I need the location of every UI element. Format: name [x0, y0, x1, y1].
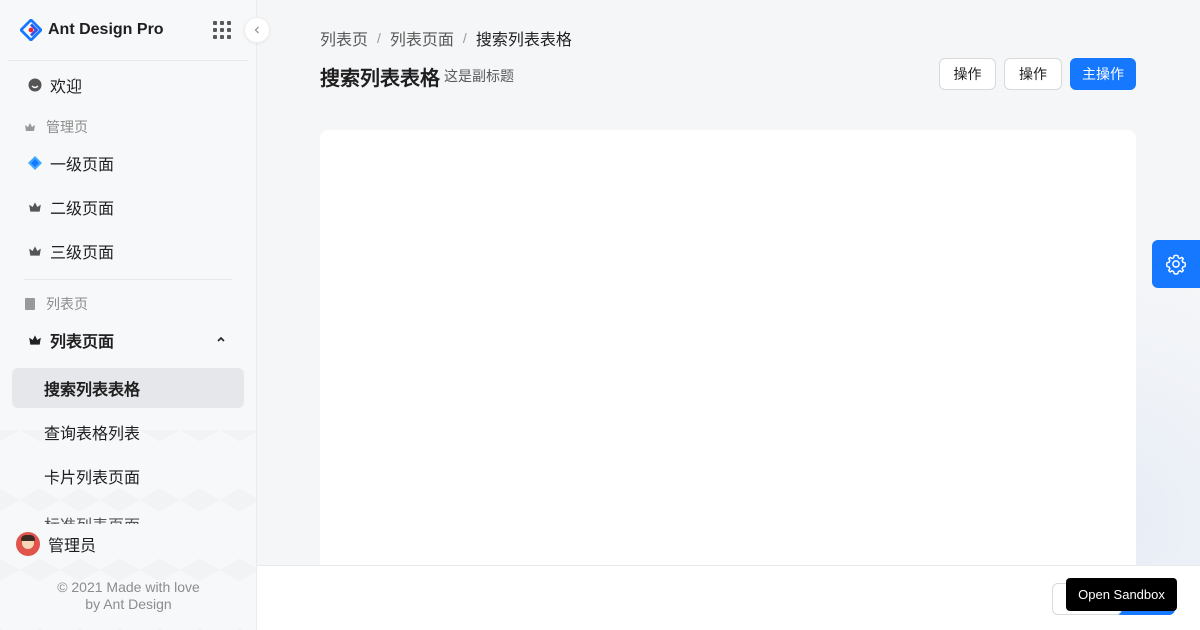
sidebar: Ant Design Pro 欢迎 管理页 一级页面 二级页面 三级页面 列表页… [0, 0, 257, 630]
sidebar-item-label: 三级页面 [50, 245, 115, 262]
crown-icon [24, 121, 36, 133]
user-profile[interactable]: 管理员 [16, 532, 246, 556]
collapse-sidebar-button[interactable] [244, 17, 270, 43]
sidebar-subitem-label: 查询表格列表 [44, 426, 141, 443]
app-logo[interactable]: Ant Design Pro [20, 18, 164, 42]
page-subtitle: 这是副标题 [444, 68, 514, 84]
user-name: 管理员 [48, 538, 97, 555]
footer-toolbar [257, 565, 1200, 630]
settings-drawer-button[interactable] [1152, 240, 1200, 288]
sidebar-item-level2[interactable]: 二级页面 [12, 187, 244, 227]
breadcrumb-separator: / [462, 30, 467, 46]
sidebar-subitem-card-list[interactable]: 卡片列表页面 [12, 456, 244, 496]
sidebar-group-label: 列表页 [46, 296, 88, 312]
primary-action-button[interactable]: 主操作 [1070, 58, 1136, 90]
main-content: 列表页 / 列表页面 / 搜索列表表格 搜索列表表格 这是副标题 操作 操作 主… [257, 0, 1200, 630]
sidebar-subitem-standard-list[interactable]: 标准列表页面 [12, 502, 244, 524]
breadcrumb-item[interactable]: 列表页 [320, 26, 368, 50]
crown-icon [28, 244, 42, 258]
app-title: Ant Design Pro [48, 21, 164, 38]
smile-icon [28, 78, 42, 92]
apps-grid-icon[interactable] [213, 21, 231, 39]
chevron-left-icon [254, 26, 259, 34]
ant-design-logo-icon [20, 19, 42, 41]
chevron-up-icon [216, 334, 226, 347]
sidebar-subitem-label: 标准列表页面 [44, 512, 140, 524]
breadcrumb-item[interactable]: 列表页面 [390, 26, 454, 50]
sidebar-item-level1[interactable]: 一级页面 [12, 143, 244, 183]
divider [24, 279, 232, 280]
sidebar-subitem-label: 卡片列表页面 [44, 470, 141, 487]
action-button[interactable]: 操作 [939, 58, 996, 90]
copyright-line: by Ant Design [85, 596, 172, 612]
sidebar-item-label: 列表页面 [50, 334, 115, 351]
gear-icon [1165, 254, 1187, 275]
sidebar-item-label: 二级页面 [50, 201, 115, 218]
sidebar-item-level3[interactable]: 三级页面 [12, 231, 244, 271]
sidebar-subitem-search-table[interactable]: 搜索列表表格 [12, 368, 244, 408]
crown-icon [28, 200, 42, 214]
sidebar-group-list: 列表页 [24, 294, 88, 314]
crown-icon [28, 333, 42, 347]
copyright-footer: © 2021 Made with love by Ant Design [0, 579, 256, 613]
diamond-icon [28, 156, 42, 170]
table-icon [24, 298, 36, 310]
open-sandbox-tooltip[interactable]: Open Sandbox [1066, 578, 1177, 611]
sidebar-item-welcome[interactable]: 欢迎 [12, 65, 244, 105]
breadcrumb-current: 搜索列表表格 [475, 32, 572, 49]
content-card [320, 130, 1136, 570]
sidebar-group-label: 管理页 [46, 119, 88, 135]
sidebar-subitem-query-table[interactable]: 查询表格列表 [12, 412, 244, 452]
sidebar-item-label: 欢迎 [50, 79, 83, 96]
page-title: 搜索列表表格 [320, 68, 440, 90]
breadcrumb-separator: / [377, 30, 381, 46]
sidebar-group-admin: 管理页 [24, 117, 88, 137]
sidebar-submenu-list[interactable]: 列表页面 [12, 320, 244, 360]
sidebar-subitem-label: 搜索列表表格 [44, 382, 141, 399]
sidebar-item-label: 一级页面 [50, 157, 115, 174]
breadcrumb: 列表页 / 列表页面 / 搜索列表表格 [320, 26, 572, 50]
divider [8, 60, 248, 61]
copyright-line: © 2021 Made with love [57, 579, 200, 595]
avatar [16, 532, 40, 556]
action-button[interactable]: 操作 [1004, 58, 1062, 90]
